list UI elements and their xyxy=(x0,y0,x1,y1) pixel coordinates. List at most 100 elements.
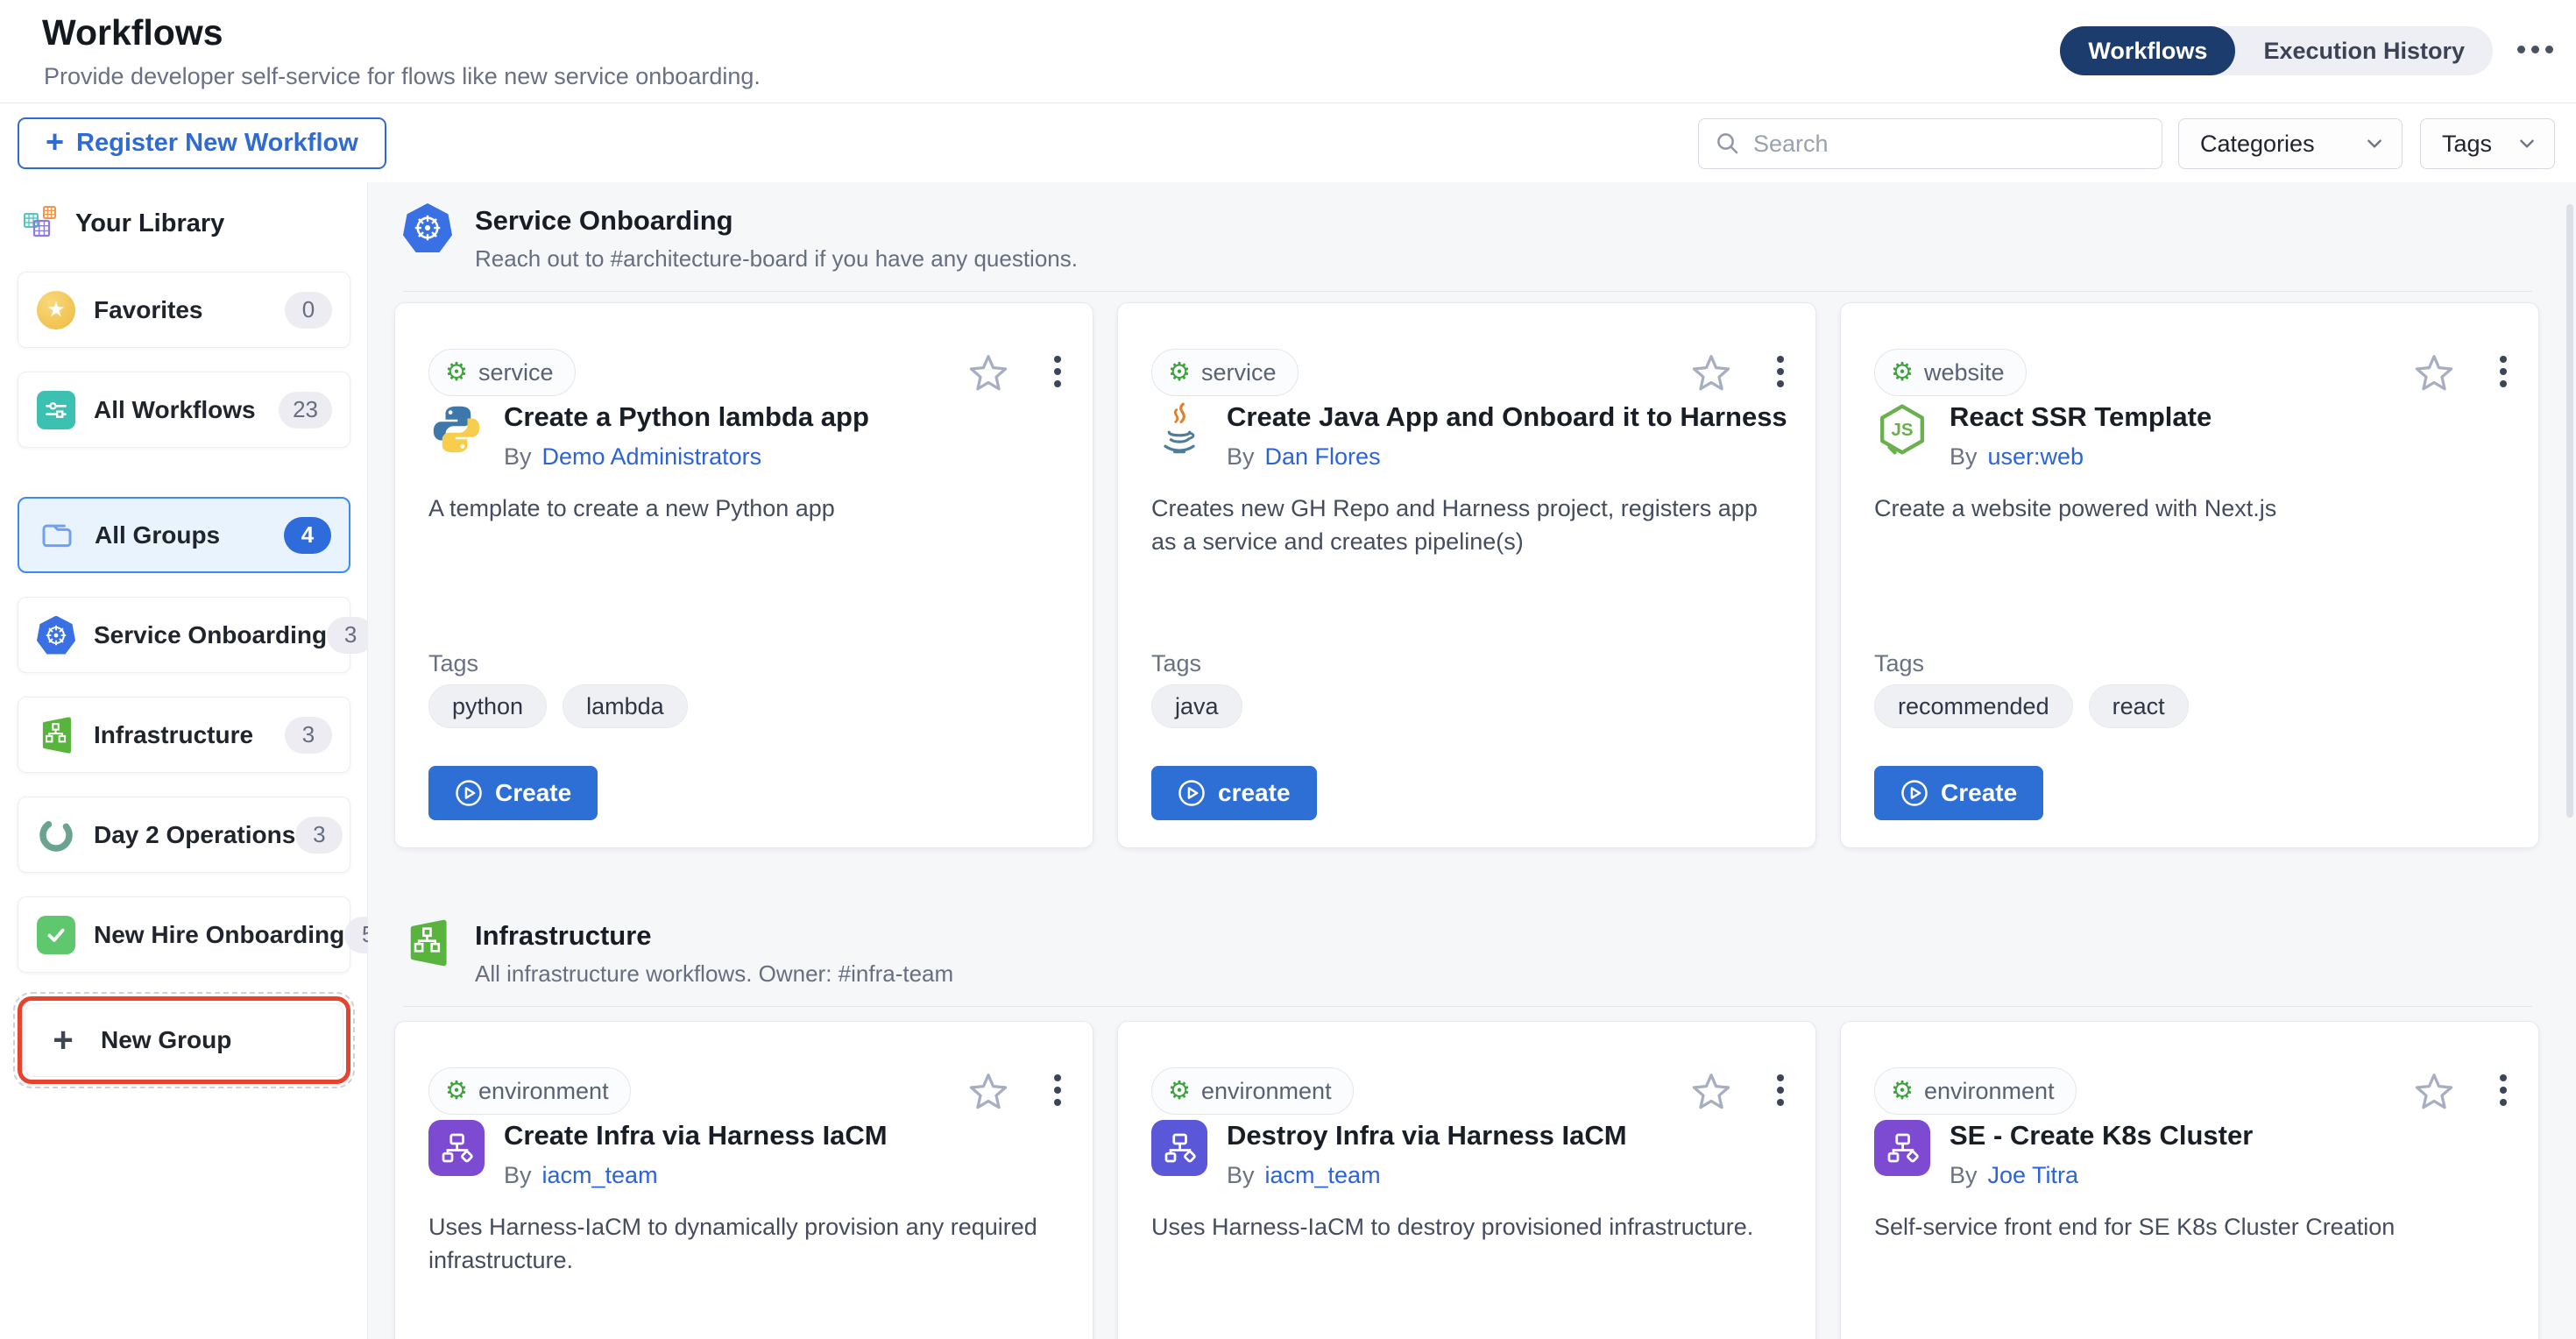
infrastructure-icon xyxy=(403,918,452,967)
search-box[interactable] xyxy=(1698,118,2162,169)
sidebar-item-new-group[interactable]: + New Group xyxy=(25,1003,343,1077)
tags-label: Tags xyxy=(428,650,478,677)
card-byline: By Demo Administrators xyxy=(504,443,869,471)
category-chip: ⚙ service xyxy=(1151,349,1299,396)
main-content: Service Onboarding Reach out to #archite… xyxy=(368,182,2576,1339)
count-badge: 3 xyxy=(285,717,332,754)
categories-dropdown[interactable]: Categories xyxy=(2178,118,2403,169)
card-title: Create a Python lambda app xyxy=(504,401,869,433)
tag-pill: react xyxy=(2089,684,2189,728)
sidebar-item-favorites[interactable]: ★ Favorites 0 xyxy=(18,272,350,348)
count-badge: 3 xyxy=(295,817,343,854)
author-link[interactable]: user:web xyxy=(1988,443,2084,471)
favorite-star-icon[interactable] xyxy=(2414,1071,2454,1111)
tab-execution-history[interactable]: Execution History xyxy=(2235,26,2493,75)
plus-icon: + xyxy=(43,1020,83,1060)
view-toggle: Workflows Execution History xyxy=(2060,26,2493,75)
play-icon xyxy=(1900,779,1928,807)
kebab-menu-icon[interactable] xyxy=(1775,1073,1786,1108)
favorite-star-icon[interactable] xyxy=(2414,352,2454,393)
favorites-star-icon: ★ xyxy=(36,290,76,330)
overflow-menu-icon[interactable] xyxy=(2517,46,2553,53)
svg-text:JS: JS xyxy=(1892,421,1914,440)
card-title: React SSR Template xyxy=(1950,401,2212,433)
register-new-workflow-button[interactable]: + Register New Workflow xyxy=(18,117,386,169)
create-button[interactable]: Create xyxy=(1874,766,2043,820)
favorite-star-icon[interactable] xyxy=(968,1071,1008,1111)
tags-dropdown[interactable]: Tags xyxy=(2420,118,2555,169)
create-button[interactable]: Create xyxy=(428,766,598,820)
category-chip: ⚙ environment xyxy=(428,1067,631,1115)
gear-icon: ⚙ xyxy=(1168,1079,1191,1104)
python-logo-icon xyxy=(428,401,485,457)
tags-label: Tags xyxy=(1151,650,1201,677)
scrollbar-thumb[interactable] xyxy=(2566,204,2573,818)
favorite-star-icon[interactable] xyxy=(1691,352,1731,393)
tag-pill: recommended xyxy=(1874,684,2073,728)
author-link[interactable]: Demo Administrators xyxy=(542,443,762,471)
gear-icon: ⚙ xyxy=(1891,1079,1914,1104)
tag-pill: python xyxy=(428,684,547,728)
library-label: Your Library xyxy=(75,209,224,238)
workflow-glyph-icon xyxy=(1874,1120,1930,1176)
card-title: Destroy Infra via Harness IaCM xyxy=(1227,1120,1627,1151)
sidebar-item-all-workflows[interactable]: All Workflows 23 xyxy=(18,372,350,448)
count-badge: 4 xyxy=(284,517,331,554)
tag-list: java xyxy=(1151,684,1242,728)
gear-icon: ⚙ xyxy=(1891,360,1914,386)
count-badge: 0 xyxy=(285,292,332,329)
section-title: Service Onboarding xyxy=(475,205,1078,237)
section-subtitle: All infrastructure workflows. Owner: #in… xyxy=(475,960,953,988)
tag-pill: java xyxy=(1151,684,1242,728)
kebab-menu-icon[interactable] xyxy=(2498,1073,2509,1108)
kebab-menu-icon[interactable] xyxy=(1052,354,1063,389)
sidebar-item-infrastructure[interactable]: Infrastructure 3 xyxy=(18,697,350,773)
workflow-card-se-create-k8s: ⚙ environment SE - Create K8s Cluster xyxy=(1840,1021,2539,1339)
workflow-card-react-ssr: ⚙ website JS React SSR Template xyxy=(1840,302,2539,848)
author-link[interactable]: iacm_team xyxy=(542,1162,658,1189)
cards-row: ⚙ service Create a Python lambda app xyxy=(394,302,2539,848)
search-input[interactable] xyxy=(1753,131,2146,158)
infrastructure-icon xyxy=(36,715,76,755)
section-header-service-onboarding: Service Onboarding Reach out to #archite… xyxy=(403,203,1078,273)
workflows-icon xyxy=(36,390,76,430)
category-chip: ⚙ service xyxy=(428,349,576,396)
section-divider xyxy=(403,291,2532,292)
author-link[interactable]: Dan Flores xyxy=(1265,443,1381,471)
sidebar-item-new-hire-onboarding[interactable]: New Hire Onboarding 5 xyxy=(18,896,350,973)
card-description: Uses Harness-IaCM to dynamically provisi… xyxy=(428,1210,1040,1277)
play-icon xyxy=(455,779,483,807)
tab-workflows[interactable]: Workflows xyxy=(2060,26,2235,75)
card-byline: By iacm_team xyxy=(504,1162,888,1189)
tags-label: Tags xyxy=(1874,650,1924,677)
count-badge: 3 xyxy=(327,617,374,654)
folder-icon xyxy=(37,515,77,556)
sidebar-item-service-onboarding[interactable]: Service Onboarding 3 xyxy=(18,597,350,673)
sidebar-item-all-groups[interactable]: All Groups 4 xyxy=(18,497,350,573)
workflow-glyph-icon xyxy=(428,1120,485,1176)
library-header: Your Library xyxy=(21,203,224,244)
page-header: Workflows Provide developer self-service… xyxy=(0,0,2576,103)
favorite-star-icon[interactable] xyxy=(1691,1071,1731,1111)
sidebar-item-day-2-operations[interactable]: Day 2 Operations 3 xyxy=(18,797,350,873)
kubernetes-icon xyxy=(403,203,452,252)
favorite-star-icon[interactable] xyxy=(968,352,1008,393)
kebab-menu-icon[interactable] xyxy=(1775,354,1786,389)
create-button[interactable]: create xyxy=(1151,766,1317,820)
author-link[interactable]: iacm_team xyxy=(1265,1162,1381,1189)
author-link[interactable]: Joe Titra xyxy=(1988,1162,2079,1189)
library-cubes-icon xyxy=(21,203,61,244)
card-title: Create Java App and Onboard it to Harnes… xyxy=(1227,401,1787,433)
card-byline: By Dan Flores xyxy=(1227,443,1787,471)
category-chip: ⚙ environment xyxy=(1151,1067,1354,1115)
gear-icon: ⚙ xyxy=(445,1079,468,1104)
section-title: Infrastructure xyxy=(475,920,953,952)
tag-list: python lambda xyxy=(428,684,688,728)
gear-icon: ⚙ xyxy=(1168,360,1191,386)
section-subtitle: Reach out to #architecture-board if you … xyxy=(475,245,1078,273)
kebab-menu-icon[interactable] xyxy=(2498,354,2509,389)
kebab-menu-icon[interactable] xyxy=(1052,1073,1063,1108)
cards-row: ⚙ environment Create Infra via Harnes xyxy=(394,1021,2539,1339)
nodejs-logo-icon: JS xyxy=(1874,401,1930,457)
workflow-card-create-infra-iacm: ⚙ environment Create Infra via Harnes xyxy=(394,1021,1093,1339)
